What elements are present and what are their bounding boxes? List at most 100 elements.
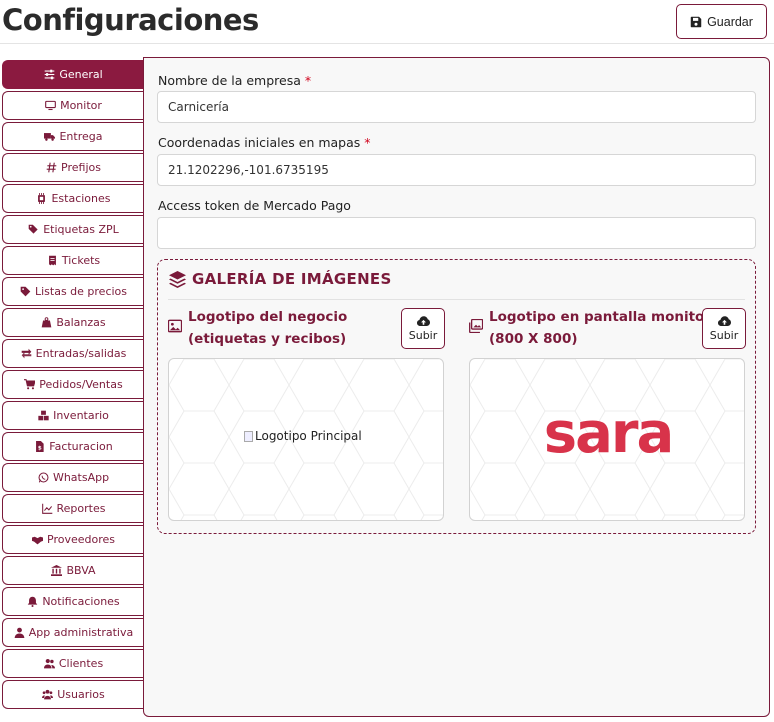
- gallery-title: GALERÍA DE IMÁGENES: [169, 270, 392, 288]
- sidebar-item-label: Listas de precios: [34, 285, 128, 298]
- handshake-icon: [32, 536, 43, 545]
- sidebar-item-label: Clientes: [58, 657, 104, 670]
- chip-icon: [38, 193, 46, 204]
- save-button-label: Guardar: [707, 14, 753, 29]
- upload-business-logo-button[interactable]: Subir: [401, 308, 445, 349]
- sidebar-item-label: Notificaciones: [42, 595, 120, 608]
- mp-token-input[interactable]: [157, 217, 756, 249]
- sidebar-item-monitor[interactable]: Monitor: [2, 91, 144, 120]
- monitor-logo-title: Logotipo en pantalla monitor: [489, 309, 711, 325]
- gallery-title-text: GALERÍA DE IMÁGENES: [192, 270, 392, 288]
- sidebar-item-listas-de-precios[interactable]: Listas de precios: [2, 277, 144, 306]
- tag-icon: [20, 286, 31, 297]
- whatsapp-icon: [38, 472, 49, 483]
- image-icon: [168, 319, 182, 333]
- image-gallery: GALERÍA DE IMÁGENES Logotipo del negocio…: [157, 259, 756, 534]
- bell-icon: [28, 596, 38, 607]
- sidebar-item-label: Etiquetas ZPL: [43, 223, 119, 236]
- business-logo-heading: Logotipo del negocio (etiquetas y recibo…: [168, 306, 347, 350]
- sidebar-item-label: Monitor: [60, 99, 102, 112]
- sidebar-item-label: Balanzas: [56, 316, 106, 329]
- bank-icon: [51, 565, 63, 576]
- users-gear-icon: [42, 689, 54, 700]
- cloud-upload-icon: [717, 315, 731, 326]
- map-coords-input[interactable]: [157, 154, 756, 186]
- sidebar-item-label: Estaciones: [51, 192, 111, 205]
- page-title: Configuraciones: [2, 3, 259, 37]
- sidebar-item-label: Entrega: [59, 130, 103, 143]
- monitor-logo-preview[interactable]: sara: [469, 358, 745, 521]
- required-mark: *: [304, 73, 312, 88]
- company-name-label: Nombre de la empresa *: [158, 73, 311, 88]
- tags-icon: [28, 224, 38, 234]
- business-logo-subtitle: (etiquetas y recibos): [188, 331, 347, 347]
- sidebar-item-label: Inventario: [53, 409, 109, 422]
- sidebar-item-balanzas[interactable]: Balanzas: [2, 308, 144, 337]
- broken-image-placeholder: Logotipo Principal: [244, 429, 362, 443]
- monitor-logo-subtitle: (800 X 800): [489, 331, 578, 347]
- sidebar-item-tickets[interactable]: Tickets: [2, 246, 144, 275]
- sidebar-item-label: Entradas/salidas: [35, 347, 127, 360]
- sidebar-item-label: Proveedores: [47, 533, 115, 546]
- map-coords-label: Coordenadas iniciales en mapas *: [158, 135, 371, 150]
- sidebar-item-label: BBVA: [66, 564, 96, 577]
- sidebar-item-bbva[interactable]: BBVA: [2, 556, 144, 585]
- sidebar-item-notificaciones[interactable]: Notificaciones: [2, 587, 144, 616]
- general-settings-panel: Nombre de la empresa * Coordenadas inici…: [143, 57, 770, 717]
- sidebar-item-inventario[interactable]: Inventario: [2, 401, 144, 430]
- sidebar-item-etiquetas-zpl[interactable]: Etiquetas ZPL: [2, 215, 144, 244]
- sidebar-item-prefijos[interactable]: Prefijos: [2, 153, 144, 182]
- images-icon: [469, 319, 483, 333]
- sidebar-item-label: Facturacion: [49, 440, 113, 453]
- sidebar-item-clientes[interactable]: Clientes: [2, 649, 144, 678]
- save-button[interactable]: Guardar: [676, 4, 767, 39]
- business-logo-preview[interactable]: Logotipo Principal: [168, 358, 444, 521]
- gallery-divider: [168, 299, 745, 300]
- cart-icon: [24, 379, 36, 390]
- boxes-icon: [38, 410, 49, 421]
- sidebar-item-label: Usuarios: [57, 688, 105, 701]
- sidebar-item-reportes[interactable]: Reportes: [2, 494, 144, 523]
- sara-logo-image: sara: [543, 401, 675, 466]
- sidebar-item-facturacion[interactable]: $ Facturacion: [2, 432, 144, 461]
- truck-icon: [44, 133, 56, 141]
- user-icon: [14, 627, 25, 638]
- title-divider: [0, 43, 774, 44]
- sidebar-item-label: Tickets: [61, 254, 101, 267]
- hashtag-icon: [46, 162, 57, 173]
- upload-monitor-logo-button[interactable]: Subir: [702, 308, 746, 349]
- required-mark: *: [364, 135, 371, 150]
- sidebar-item-pedidos-ventas[interactable]: Pedidos/Ventas: [2, 370, 144, 399]
- map-coords-label-text: Coordenadas iniciales en mapas: [158, 135, 361, 150]
- layers-icon: [169, 270, 186, 288]
- monitor-logo-heading: Logotipo en pantalla monitor (800 X 800): [469, 306, 711, 350]
- sidebar-item-label: Reportes: [56, 502, 106, 515]
- sidebar-item-proveedores[interactable]: Proveedores: [2, 525, 144, 554]
- company-name-input[interactable]: [157, 91, 756, 123]
- floppy-disk-icon: [690, 16, 702, 27]
- business-logo-alt-text: Logotipo Principal: [255, 429, 362, 443]
- chart-line-icon: [41, 503, 52, 514]
- receipt-icon: [48, 255, 56, 266]
- weight-icon: [42, 317, 52, 328]
- mp-token-label: Access token de Mercado Pago: [158, 198, 351, 213]
- settings-sidebar: General Monitor Entrega Prefijos Estacio…: [2, 60, 144, 711]
- upload-button-label: Subir: [408, 328, 438, 342]
- sidebar-item-label: WhatsApp: [52, 471, 110, 484]
- sidebar-item-usuarios[interactable]: Usuarios: [2, 680, 144, 709]
- upload-button-label: Subir: [709, 328, 739, 342]
- business-logo-title: Logotipo del negocio: [188, 309, 348, 325]
- company-name-label-text: Nombre de la empresa: [158, 73, 301, 88]
- sidebar-item-label: Prefijos: [61, 161, 101, 174]
- sidebar-item-entradas-salidas[interactable]: Entradas/salidas: [2, 339, 144, 368]
- sidebar-item-estaciones[interactable]: Estaciones: [2, 184, 144, 213]
- sidebar-item-whatsapp[interactable]: WhatsApp: [2, 463, 144, 492]
- sidebar-item-general[interactable]: General: [2, 60, 144, 89]
- broken-image-icon: [244, 430, 253, 442]
- sidebar-item-label: App administrativa: [28, 626, 134, 639]
- sidebar-item-app-administrativa[interactable]: App administrativa: [2, 618, 144, 647]
- arrows-left-right-icon: [21, 348, 31, 359]
- sidebar-item-entrega[interactable]: Entrega: [2, 122, 144, 151]
- cloud-upload-icon: [416, 315, 430, 326]
- invoice-icon: $: [36, 441, 44, 452]
